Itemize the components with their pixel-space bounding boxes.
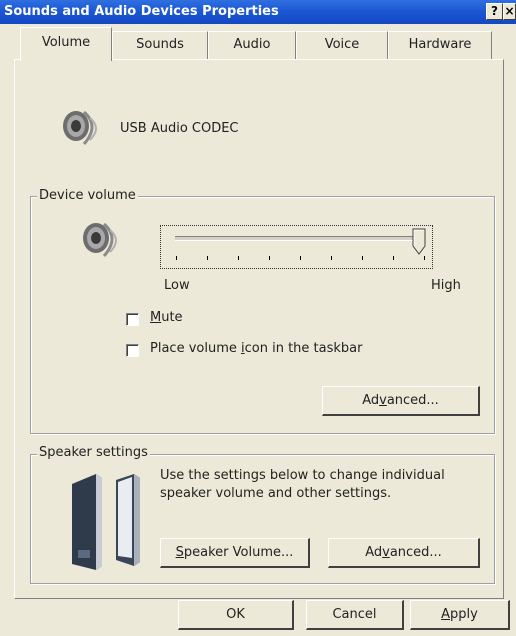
speaker-settings-legend: Speaker settings <box>37 445 150 460</box>
volume-slider-focus <box>160 225 433 269</box>
speakers-icon <box>72 474 140 570</box>
button-text: Ad <box>362 393 380 408</box>
taskbar-icon-checkbox[interactable] <box>126 344 139 357</box>
window-title: Sounds and Audio Devices Properties <box>4 4 279 19</box>
device-name: USB Audio CODEC <box>120 121 239 136</box>
mute-label[interactable]: Mute <box>150 310 183 325</box>
slider-tick <box>176 256 177 260</box>
speaker-description-line1: Use the settings below to change individ… <box>160 468 445 483</box>
taskbar-icon-label-text: Place volume <box>150 341 241 356</box>
button-text: peaker Volume... <box>183 545 294 560</box>
title-bar[interactable]: Sounds and Audio Devices Properties ? × <box>0 0 516 24</box>
slider-tick <box>331 256 332 260</box>
button-accel: v <box>382 545 390 560</box>
slider-tick <box>362 256 363 260</box>
speaker-description-line2: speaker volume and other settings. <box>160 486 392 501</box>
button-accel: S <box>175 545 184 560</box>
volume-low-label: Low <box>164 278 190 293</box>
volume-high-label: High <box>431 278 461 293</box>
speaker-advanced-button[interactable]: Advanced... <box>328 538 480 568</box>
slider-tick <box>238 256 239 260</box>
mute-label-text: ute <box>161 310 183 325</box>
button-text: anced... <box>389 545 442 560</box>
cancel-button[interactable]: Cancel <box>306 600 404 630</box>
help-button[interactable]: ? <box>486 3 503 20</box>
button-text: Ad <box>365 545 383 560</box>
tab-hardware[interactable]: Hardware <box>388 31 492 59</box>
slider-tick <box>393 256 394 260</box>
volume-slider[interactable] <box>175 236 425 241</box>
taskbar-icon-label[interactable]: Place volume icon in the taskbar <box>150 341 362 356</box>
button-accel: A <box>441 607 451 622</box>
speaker-icon <box>63 110 97 145</box>
tab-voice[interactable]: Voice <box>296 31 388 59</box>
taskbar-icon-label-text: con in the taskbar <box>244 341 363 356</box>
button-accel: v <box>379 393 387 408</box>
device-volume-legend: Device volume <box>37 188 138 203</box>
close-button[interactable]: × <box>503 3 516 20</box>
tab-sounds[interactable]: Sounds <box>112 31 208 59</box>
slider-tick <box>300 256 301 260</box>
ok-button[interactable]: OK <box>178 600 294 630</box>
speaker-volume-button[interactable]: Speaker Volume... <box>160 538 310 568</box>
slider-tick <box>424 256 425 260</box>
speaker-icon <box>83 222 117 257</box>
button-text: pply <box>450 607 478 622</box>
slider-tick <box>269 256 270 260</box>
tab-audio[interactable]: Audio <box>208 31 296 59</box>
mute-label-accel: M <box>150 310 162 325</box>
apply-button[interactable]: Apply <box>410 600 510 630</box>
tab-volume[interactable]: Volume <box>20 27 112 61</box>
volume-slider-thumb[interactable] <box>412 228 426 256</box>
mute-checkbox[interactable] <box>126 313 139 326</box>
slider-tick <box>207 256 208 260</box>
volume-advanced-button[interactable]: Advanced... <box>322 386 480 416</box>
properties-dialog: Sounds and Audio Devices Properties ? × … <box>0 0 516 636</box>
button-text: anced... <box>386 393 439 408</box>
